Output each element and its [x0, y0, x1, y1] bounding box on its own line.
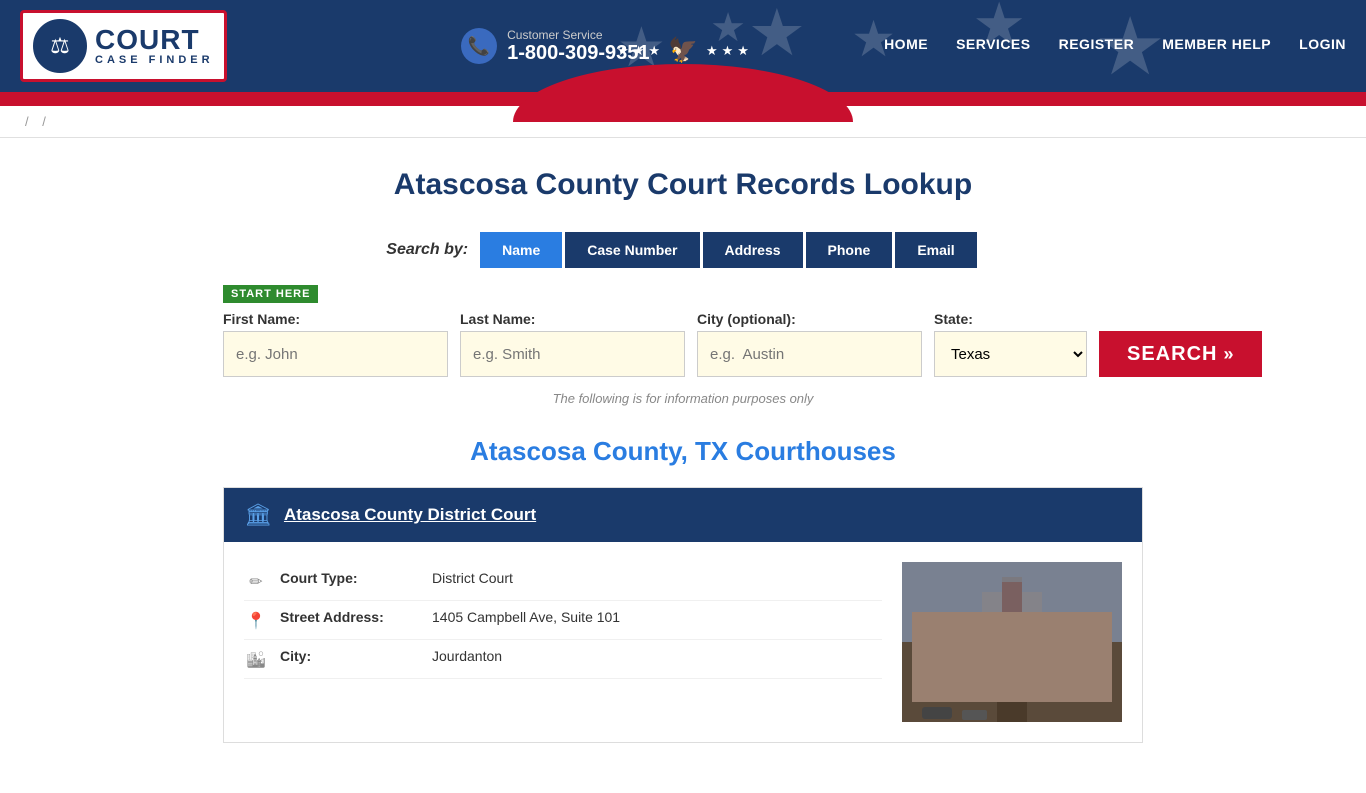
state-label: State: [934, 311, 1087, 327]
state-select[interactable]: AlabamaAlaskaArizonaArkansasCaliforniaCo… [934, 331, 1087, 377]
last-name-label: Last Name: [460, 311, 685, 327]
stars-left: ★★★ [617, 43, 660, 59]
logo-subtitle: CASE FINDER [95, 54, 214, 66]
eagle-area: ★★★ 🦅 ★★★ [513, 36, 853, 65]
main-content: Atascosa County Court Records Lookup Sea… [203, 138, 1163, 793]
city-icon: 🏙 [244, 648, 268, 670]
nav-home[interactable]: HOME [884, 36, 928, 56]
court-type-value: District Court [432, 570, 513, 586]
court-type-icon: ✏ [244, 570, 268, 592]
arch-banner: ★★★ 🦅 ★★★ [0, 92, 1366, 106]
nav-services[interactable]: SERVICES [956, 36, 1031, 56]
logo-link[interactable]: ⚖ COURT CASE FINDER [20, 10, 227, 82]
courthouse-icon: 🏛 [244, 502, 272, 528]
breadcrumb-sep-1: / [25, 114, 29, 129]
search-button[interactable]: SEARCH » [1099, 331, 1262, 377]
city-group: City (optional): [697, 311, 922, 377]
first-name-group: First Name: [223, 311, 448, 377]
courthouse-card: 🏛 Atascosa County District Court ✏ Court… [223, 487, 1143, 743]
last-name-group: Last Name: [460, 311, 685, 377]
tab-name[interactable]: Name [480, 232, 562, 268]
last-name-input[interactable] [460, 331, 685, 377]
courthouse-image [902, 562, 1122, 722]
stars-right: ★★★ [706, 43, 749, 59]
main-nav: HOME SERVICES REGISTER MEMBER HELP LOGIN [884, 36, 1346, 56]
court-type-label: Court Type: [280, 570, 420, 586]
city-input[interactable] [697, 331, 922, 377]
tab-phone[interactable]: Phone [806, 232, 893, 268]
courthouse-svg [902, 562, 1122, 722]
nav-login[interactable]: LOGIN [1299, 36, 1346, 56]
address-value: 1405 Campbell Ave, Suite 101 [432, 609, 620, 625]
logo-emblem: ⚖ [33, 19, 87, 73]
logo-brand: COURT [95, 26, 214, 54]
courthouse-header: 🏛 Atascosa County District Court [224, 488, 1142, 542]
city-label: City (optional): [697, 311, 922, 327]
search-chevrons: » [1223, 344, 1234, 365]
search-by-label: Search by: [386, 241, 468, 259]
city-detail-value: Jourdanton [432, 648, 502, 664]
courthouse-body: ✏ Court Type: District Court 📍 Street Ad… [224, 542, 1142, 742]
tab-address[interactable]: Address [703, 232, 803, 268]
tab-email[interactable]: Email [895, 232, 976, 268]
nav-register[interactable]: REGISTER [1059, 36, 1135, 56]
detail-city: 🏙 City: Jourdanton [244, 640, 882, 679]
search-by-row: Search by: Name Case Number Address Phon… [223, 232, 1143, 268]
tab-case-number[interactable]: Case Number [565, 232, 699, 268]
state-group: State: AlabamaAlaskaArizonaArkansasCalif… [934, 311, 1087, 377]
courthouse-details: ✏ Court Type: District Court 📍 Street Ad… [244, 562, 882, 722]
first-name-label: First Name: [223, 311, 448, 327]
nav-member-help[interactable]: MEMBER HELP [1162, 36, 1271, 56]
city-detail-label: City: [280, 648, 420, 664]
detail-address: 📍 Street Address: 1405 Campbell Ave, Sui… [244, 601, 882, 640]
breadcrumb-sep-2: / [42, 114, 46, 129]
detail-court-type: ✏ Court Type: District Court [244, 562, 882, 601]
first-name-input[interactable] [223, 331, 448, 377]
info-note: The following is for information purpose… [223, 391, 1143, 406]
logo-text: COURT CASE FINDER [95, 26, 214, 66]
search-form: First Name: Last Name: City (optional): … [223, 311, 1143, 377]
logo-area: ⚖ COURT CASE FINDER [20, 10, 227, 82]
courthouse-name-link[interactable]: Atascosa County District Court [284, 505, 536, 525]
search-section: Search by: Name Case Number Address Phon… [223, 232, 1143, 406]
address-label: Street Address: [280, 609, 420, 625]
eagle-icon: 🦅 [668, 36, 698, 65]
courthouse-photo-placeholder [902, 562, 1122, 722]
page-title: Atascosa County Court Records Lookup [223, 168, 1143, 202]
search-btn-label: SEARCH [1127, 343, 1217, 366]
courthouses-title: Atascosa County, TX Courthouses [223, 436, 1143, 467]
start-here-badge: START HERE [223, 284, 1143, 311]
address-icon: 📍 [244, 609, 268, 631]
phone-icon: 📞 [461, 28, 497, 64]
